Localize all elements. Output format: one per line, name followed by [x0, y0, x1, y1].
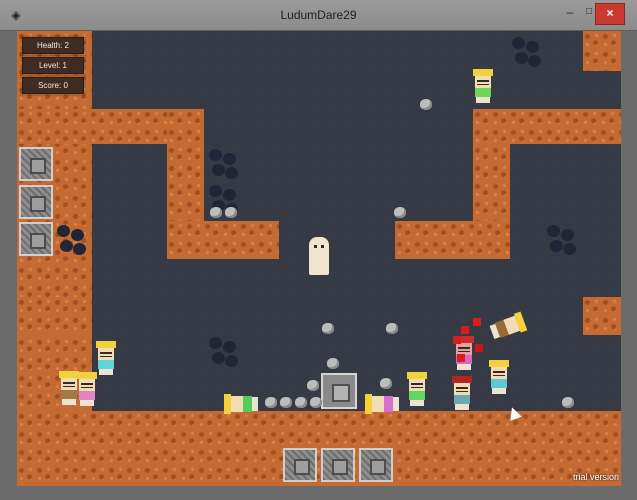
helmet: [77, 372, 97, 379]
pants: [492, 388, 506, 394]
fallen-miner: [487, 311, 528, 342]
level-display: Level: 1: [22, 57, 84, 74]
metal-crate: [359, 448, 393, 482]
coal-ore: [209, 149, 222, 161]
rock: [310, 397, 322, 408]
pants: [62, 399, 76, 405]
metal-crate: [321, 448, 355, 482]
helmet: [59, 371, 79, 378]
dirt-mid-right-block: [583, 297, 621, 335]
helmet: [454, 336, 474, 343]
miner-character: [489, 360, 509, 396]
player-eye: [314, 245, 317, 248]
miner-character: [452, 376, 472, 412]
close-button[interactable]: ×: [595, 3, 625, 25]
coal-ore: [547, 225, 560, 237]
metal-crate: [19, 147, 53, 181]
miner-character: [473, 69, 493, 105]
pressure-block: [321, 373, 357, 409]
head: [231, 396, 243, 412]
rock: [295, 397, 307, 408]
miner-character: [77, 372, 97, 408]
coal-ore: [57, 225, 70, 237]
rock: [265, 397, 277, 408]
dirt-floor: [17, 411, 621, 486]
shirt: [454, 395, 470, 404]
pants: [476, 97, 490, 103]
head: [372, 396, 384, 412]
helmet: [96, 341, 116, 348]
shirt: [456, 355, 472, 364]
face: [411, 383, 423, 388]
rock: [562, 397, 574, 408]
coal-ore: [512, 37, 525, 49]
falling-rock: [420, 99, 432, 110]
rock: [394, 207, 406, 218]
dirt-left-platform: [167, 221, 279, 259]
coal-ore: [209, 337, 222, 349]
score-display: Score: 0: [22, 77, 84, 94]
minimize-button[interactable]: –: [560, 3, 580, 23]
rock: [327, 358, 339, 369]
pants: [410, 400, 424, 406]
pants: [99, 369, 113, 375]
rock: [280, 397, 292, 408]
helmet: [407, 372, 427, 379]
trial-version-watermark: trial version: [572, 472, 619, 482]
miner-character: [96, 341, 116, 377]
rock: [210, 207, 222, 218]
window-title: LudumDare29: [280, 8, 357, 22]
face: [458, 347, 470, 352]
miner-character: [407, 372, 427, 408]
health-display: Health: 2: [22, 37, 84, 54]
miner-character: [59, 371, 79, 407]
dirt-top-right-corner: [583, 31, 621, 71]
helmet: [452, 376, 472, 383]
helmet: [224, 394, 231, 414]
pants: [393, 397, 399, 411]
rock: [225, 207, 237, 218]
game-window: ◈ LudumDare29 – □ × Health: 2 Level: 1 S…: [0, 0, 637, 500]
face: [81, 383, 93, 388]
rock: [380, 378, 392, 389]
face: [456, 387, 468, 392]
face: [100, 352, 112, 357]
rock: [307, 380, 319, 391]
blood-splatter: [461, 326, 469, 334]
player-eye: [321, 245, 324, 248]
shirt: [98, 360, 114, 369]
metal-crate: [19, 222, 53, 256]
face: [63, 382, 75, 387]
shirt: [384, 396, 393, 412]
helmet: [365, 394, 372, 414]
falling-rock: [386, 323, 398, 334]
shirt: [491, 379, 507, 388]
coal-ore: [209, 185, 222, 197]
shirt: [243, 396, 252, 412]
face: [493, 371, 505, 376]
fallen-miner: [224, 394, 260, 414]
miner-character: [454, 336, 474, 372]
falling-rock: [322, 323, 334, 334]
pants: [252, 397, 258, 411]
title-bar: ◈ LudumDare29 – □ ×: [0, 0, 637, 31]
shirt: [61, 390, 77, 399]
shirt: [409, 391, 425, 400]
pants: [80, 400, 94, 406]
fallen-miner: [365, 394, 401, 414]
game-viewport[interactable]: [17, 31, 621, 486]
helmet: [473, 69, 493, 76]
dirt-right-platform: [395, 221, 510, 259]
pants: [457, 364, 471, 370]
shirt: [79, 391, 95, 400]
metal-crate: [283, 448, 317, 482]
dirt-left-step: [17, 297, 92, 335]
pants: [455, 404, 469, 410]
player-character: [309, 237, 329, 275]
helmet: [489, 360, 509, 367]
metal-crate: [19, 185, 53, 219]
face: [477, 80, 489, 85]
shirt: [475, 88, 491, 97]
